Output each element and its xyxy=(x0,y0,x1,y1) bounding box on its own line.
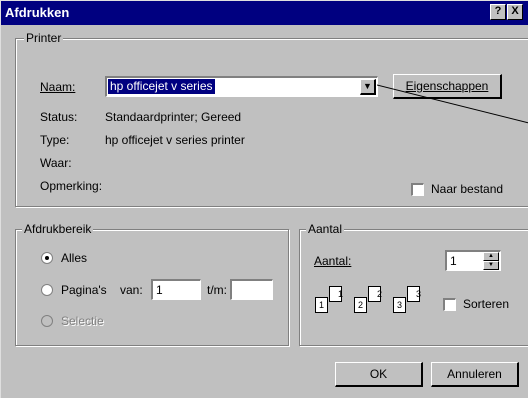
print-to-file-label: Naar bestand xyxy=(431,182,504,196)
all-radio[interactable] xyxy=(41,252,53,264)
status-label: Status: xyxy=(40,110,78,124)
type-value: hp officejet v series printer xyxy=(105,133,245,147)
pages-label: Pagina's xyxy=(61,283,107,297)
window-title: Afdrukken xyxy=(5,5,70,20)
collate-checkbox[interactable] xyxy=(443,298,456,311)
from-value: 1 xyxy=(156,283,163,297)
ok-button[interactable]: OK xyxy=(335,362,423,387)
help-button[interactable]: ? xyxy=(490,4,506,20)
printer-name-value: hp officejet v series xyxy=(108,79,215,94)
copies-count-input[interactable]: 1 ▲ ▼ xyxy=(445,250,501,271)
to-label: t/m: xyxy=(207,283,227,297)
from-label: van: xyxy=(120,283,143,297)
collate-page-number: 3 xyxy=(415,289,421,299)
cancel-button-label: Annuleren xyxy=(447,367,502,381)
collate-label: Sorteren xyxy=(463,297,510,311)
where-label: Waar: xyxy=(40,156,72,170)
chevron-down-icon: ▼ xyxy=(363,81,372,91)
collate-page-icon: 3 xyxy=(393,297,406,313)
status-value: Standaardprinter; Gereed xyxy=(105,110,242,124)
print-range-group-label: Afdrukbereik xyxy=(22,222,94,236)
spin-up-button[interactable]: ▲ xyxy=(483,252,499,261)
collate-page-number: 2 xyxy=(376,289,382,299)
cancel-button[interactable]: Annuleren xyxy=(431,362,519,387)
copies-count-value: 1 xyxy=(450,254,457,268)
collate-page-icon: 2 xyxy=(354,297,367,313)
selection-radio xyxy=(41,315,53,327)
ok-button-label: OK xyxy=(369,367,388,381)
arrow-down-icon: ▼ xyxy=(488,262,494,268)
printer-name-dropdown[interactable]: hp officejet v series ▼ xyxy=(105,76,378,97)
print-to-file-checkbox[interactable] xyxy=(411,183,424,196)
pointer-line xyxy=(377,84,528,124)
spin-down-button[interactable]: ▼ xyxy=(483,261,499,270)
title-bar[interactable]: Afdrukken ? X xyxy=(1,1,528,25)
pages-radio[interactable] xyxy=(41,284,53,296)
to-input[interactable] xyxy=(230,279,273,300)
collate-page-icon: 1 xyxy=(315,297,328,313)
comment-label: Opmerking: xyxy=(40,179,103,193)
all-label: Alles xyxy=(61,251,88,265)
copies-group-label: Aantal xyxy=(306,222,345,236)
arrow-up-icon: ▲ xyxy=(488,253,494,259)
printer-group-label: Printer xyxy=(24,31,64,45)
collate-page-number: 1 xyxy=(337,289,343,299)
print-dialog: Afdrukken ? X Printer Naam: hp officejet… xyxy=(0,0,528,398)
printer-name-label: Naam: xyxy=(40,80,76,94)
from-input[interactable]: 1 xyxy=(151,279,201,300)
copies-count-label: Aantal: xyxy=(314,254,352,268)
selection-label: Selectie xyxy=(61,314,104,328)
type-label: Type: xyxy=(40,133,70,147)
dropdown-arrow-button[interactable]: ▼ xyxy=(360,79,376,95)
close-button[interactable]: X xyxy=(507,4,523,20)
